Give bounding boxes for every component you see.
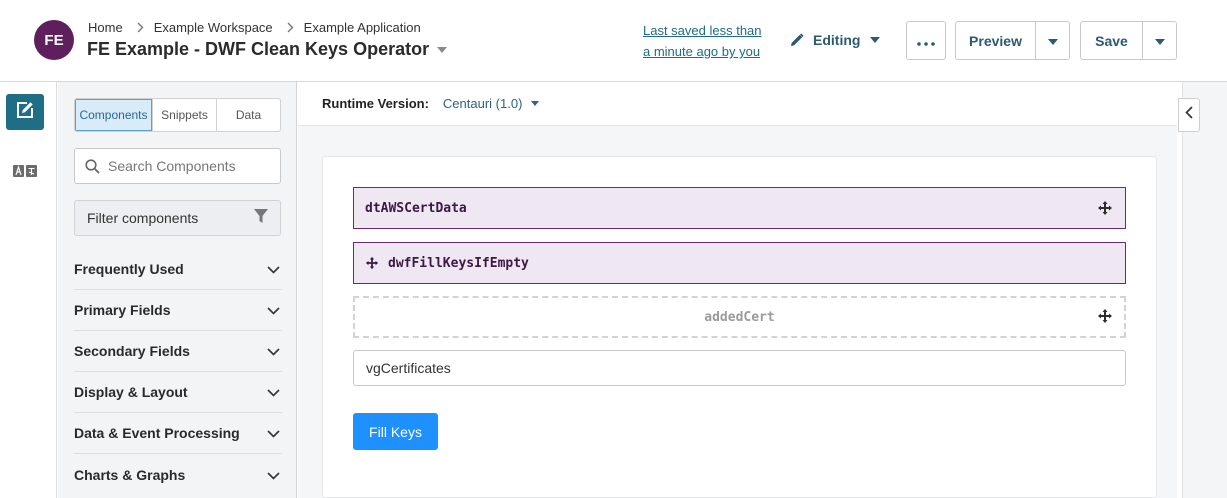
- category-label: Charts & Graphs: [74, 466, 186, 483]
- more-horizontal-icon: [917, 33, 935, 49]
- component-name: dwfFillKeysIfEmpty: [388, 255, 529, 271]
- app-avatar[interactable]: FE: [34, 20, 74, 60]
- filter-components-label: Filter components: [87, 210, 199, 226]
- chevron-down-icon: [267, 261, 280, 277]
- fill-keys-button[interactable]: Fill Keys: [353, 413, 438, 450]
- filter-icon: [254, 209, 268, 227]
- preview-button[interactable]: Preview: [956, 22, 1035, 59]
- page-title-text: FE Example - DWF Clean Keys Operator: [87, 39, 430, 59]
- save-button[interactable]: Save: [1081, 22, 1142, 59]
- caret-down-icon: [1154, 32, 1165, 50]
- category-label: Data & Event Processing: [74, 425, 240, 441]
- edit-icon: [14, 99, 36, 126]
- runtime-version-bar: Runtime Version: Centauri (1.0): [298, 82, 1177, 126]
- component-dtawscertdata[interactable]: dtAWSCertData: [353, 187, 1126, 229]
- breadcrumb-home[interactable]: Home: [88, 20, 123, 35]
- last-saved-link[interactable]: Last saved less than a minute ago by you: [643, 20, 767, 62]
- design-canvas: Runtime Version: Centauri (1.0) dtAWSCer…: [298, 82, 1177, 498]
- runtime-version-label: Runtime Version:: [322, 96, 429, 111]
- right-panel-strip: [1177, 82, 1227, 498]
- save-options-button[interactable]: [1142, 22, 1176, 59]
- search-components-field: [74, 148, 281, 184]
- chevron-down-icon: [267, 425, 280, 441]
- preview-options-button[interactable]: [1035, 22, 1069, 59]
- pencil-icon: [790, 33, 804, 47]
- move-icon[interactable]: [1097, 308, 1113, 324]
- breadcrumb: Home Example Workspace Example Applicati…: [88, 19, 421, 35]
- translate-icon[interactable]: [13, 164, 37, 178]
- category-primary-fields[interactable]: Primary Fields: [74, 290, 282, 331]
- panel-tabs: Components Snippets Data: [74, 98, 281, 132]
- editing-mode-dropdown[interactable]: Editing: [790, 30, 881, 50]
- interface-card: dtAWSCertData dwfFillKeysIfEmpty addedCe…: [322, 156, 1157, 498]
- search-icon: [85, 158, 100, 174]
- breadcrumb-application[interactable]: Example Application: [304, 20, 421, 35]
- component-addedcert[interactable]: addedCert: [353, 296, 1126, 338]
- editing-mode-label: Editing: [813, 32, 861, 48]
- category-secondary-fields[interactable]: Secondary Fields: [74, 331, 282, 372]
- category-frequently-used[interactable]: Frequently Used: [74, 249, 282, 290]
- components-panel: Components Snippets Data Filter componen…: [58, 82, 297, 498]
- category-charts-graphs[interactable]: Charts & Graphs: [74, 454, 282, 495]
- preview-split-button: Preview: [955, 21, 1070, 60]
- tab-snippets[interactable]: Snippets: [152, 99, 216, 131]
- chevron-down-icon: [267, 302, 280, 318]
- category-label: Primary Fields: [74, 302, 171, 318]
- component-name: addedCert: [704, 309, 775, 325]
- left-rail: [0, 82, 57, 498]
- save-split-button: Save: [1080, 21, 1177, 60]
- chevron-right-icon: [287, 22, 294, 33]
- breadcrumb-workspace[interactable]: Example Workspace: [154, 20, 273, 35]
- component-name: dtAWSCertData: [365, 200, 467, 216]
- chevron-down-icon: [267, 384, 280, 400]
- chevron-down-icon: [267, 343, 280, 359]
- filter-components-dropdown[interactable]: Filter components: [74, 200, 281, 236]
- caret-down-icon: [531, 101, 540, 106]
- chevron-right-icon: [137, 22, 144, 33]
- tab-data[interactable]: Data: [216, 99, 280, 131]
- search-components-input[interactable]: [108, 158, 268, 174]
- caret-down-icon: [437, 46, 448, 53]
- tab-components[interactable]: Components: [75, 99, 152, 131]
- component-dwffillkeysifempty[interactable]: dwfFillKeysIfEmpty: [353, 242, 1126, 284]
- category-label: Secondary Fields: [74, 343, 190, 359]
- expand-panel-button[interactable]: [1178, 98, 1200, 132]
- category-label: Frequently Used: [74, 261, 184, 277]
- runtime-version-value: Centauri (1.0): [442, 96, 523, 111]
- caret-down-icon: [1047, 32, 1058, 50]
- right-panel-background: [1182, 82, 1227, 498]
- move-icon[interactable]: [365, 256, 379, 270]
- runtime-version-dropdown[interactable]: Centauri (1.0): [442, 96, 540, 111]
- move-icon[interactable]: [1097, 200, 1113, 216]
- caret-down-icon: [870, 37, 881, 43]
- component-categories: Frequently Used Primary Fields Secondary…: [74, 249, 282, 495]
- category-label: Display & Layout: [74, 384, 188, 400]
- category-data-event-processing[interactable]: Data & Event Processing: [74, 413, 282, 454]
- more-options-button[interactable]: [906, 21, 946, 60]
- vgcertificates-input[interactable]: [353, 350, 1126, 386]
- category-display-layout[interactable]: Display & Layout: [74, 372, 282, 413]
- chevron-left-icon: [1185, 106, 1193, 124]
- app-header: FE Home Example Workspace Example Applic…: [0, 0, 1227, 82]
- page-title[interactable]: FE Example - DWF Clean Keys Operator: [87, 39, 448, 60]
- chevron-down-icon: [267, 467, 280, 483]
- interface-edit-button[interactable]: [6, 94, 44, 130]
